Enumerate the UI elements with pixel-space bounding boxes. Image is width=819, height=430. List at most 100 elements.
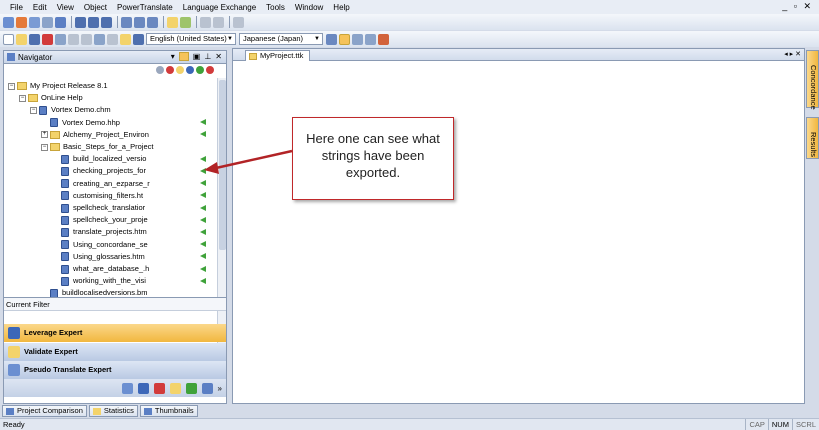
menu-window[interactable]: Window xyxy=(295,3,323,12)
refresh-icon[interactable] xyxy=(29,16,40,28)
dialog-icon[interactable] xyxy=(121,16,132,28)
tree-item[interactable]: Using_glossaries.htm xyxy=(52,251,145,263)
validate-icon[interactable] xyxy=(153,382,165,394)
window-icon[interactable] xyxy=(88,16,99,28)
tool-icon[interactable] xyxy=(201,382,213,394)
tree-item[interactable]: spellcheck_translatior xyxy=(52,202,145,214)
caps-indicator: CAP xyxy=(745,419,767,430)
dialog-icon[interactable] xyxy=(147,16,158,28)
image-icon[interactable] xyxy=(42,16,53,28)
tree-item[interactable]: − OnLine Help xyxy=(19,92,83,104)
tree-item[interactable]: Using_concordane_se xyxy=(52,239,148,251)
tree-item-label: Basic_Steps_for_a_Project xyxy=(63,142,154,151)
filter-icon[interactable]: ▾ xyxy=(171,52,175,61)
more-icon[interactable]: » xyxy=(218,384,222,393)
open-folder-icon[interactable] xyxy=(16,33,27,45)
menu-language-exchange[interactable]: Language Exchange xyxy=(183,3,256,12)
tab-thumbnails[interactable]: Thumbnails xyxy=(139,405,198,417)
target-language-select[interactable]: Japanese (Japan) ▼ xyxy=(239,33,323,45)
tool-icon[interactable] xyxy=(133,33,144,45)
menu-tools[interactable]: Tools xyxy=(266,3,285,12)
tree-item[interactable]: build_localized_versio xyxy=(52,153,146,165)
menu-file[interactable]: File xyxy=(10,3,23,12)
window-controls[interactable]: _ ▫ ✕ xyxy=(782,1,813,12)
tools-icon[interactable] xyxy=(378,33,389,45)
tree-item-label: translate_projects.htm xyxy=(73,227,147,237)
expand-toggle-icon[interactable]: − xyxy=(8,82,15,90)
highlight-icon[interactable] xyxy=(167,16,178,28)
window-icon[interactable] xyxy=(101,16,112,28)
tree-item[interactable]: checking_projects_for xyxy=(52,165,146,177)
green-icon[interactable] xyxy=(196,66,204,74)
concordance-side-tab[interactable]: Concordance xyxy=(806,50,819,110)
tree-item[interactable]: Vortex Demo.hhp xyxy=(41,117,120,129)
tool-icon[interactable] xyxy=(68,33,79,45)
tree-item[interactable]: what_are_database_.h xyxy=(52,263,149,275)
search-icon[interactable] xyxy=(55,33,66,45)
tab-project-comparison[interactable]: Project Comparison xyxy=(2,405,87,417)
tree-item[interactable]: − Basic_Steps_for_a_Project xyxy=(41,141,153,153)
menu-help[interactable]: Help xyxy=(333,3,349,12)
view-icon[interactable] xyxy=(352,33,363,45)
expand-toggle-icon[interactable]: − xyxy=(30,106,37,114)
pin-icon[interactable]: ⊥ xyxy=(204,52,211,61)
tree-item[interactable]: + Alchemy_Project_Environ xyxy=(41,129,149,141)
results-side-tab[interactable]: Results xyxy=(806,117,819,159)
separator xyxy=(117,16,118,28)
tab-statistics[interactable]: Statistics xyxy=(88,405,138,417)
tool-icon[interactable] xyxy=(185,382,197,394)
gear-icon[interactable] xyxy=(326,33,337,45)
undo-icon[interactable] xyxy=(3,16,14,28)
menu-object[interactable]: Object xyxy=(84,3,107,12)
tree-item[interactable]: working_with_the_visi xyxy=(52,275,146,287)
document-tab-bar: MyProject.ttk ◂ ▸ ✕ xyxy=(233,49,804,61)
save-icon[interactable] xyxy=(29,33,40,45)
menu-powertranslate[interactable]: PowerTranslate xyxy=(117,3,173,12)
menu-edit[interactable]: Edit xyxy=(33,3,47,12)
tree-item-label: what_are_database_.h xyxy=(73,264,150,273)
pseudo-icon[interactable] xyxy=(169,382,181,394)
scroll-thumb[interactable] xyxy=(219,80,226,250)
validate-expert-button[interactable]: Validate Expert xyxy=(4,343,226,361)
tool-icon[interactable] xyxy=(120,33,131,45)
eye-icon[interactable] xyxy=(156,66,164,74)
tree-item[interactable]: − Vortex Demo.chm xyxy=(30,104,111,116)
tool-icon[interactable] xyxy=(81,33,92,45)
close-icon[interactable]: ✕ xyxy=(215,52,222,61)
stop-icon[interactable] xyxy=(166,66,174,74)
scroll-indicator: SCRL xyxy=(791,419,819,430)
leverage-expert-button[interactable]: Leverage Expert xyxy=(4,324,226,342)
view-toggle-icon[interactable] xyxy=(339,33,350,45)
layout-icon[interactable] xyxy=(178,52,189,61)
redo-icon[interactable] xyxy=(16,16,27,28)
tree-item[interactable]: translate_projects.htm xyxy=(52,226,147,238)
leverage-icon[interactable] xyxy=(137,382,149,394)
tool-icon[interactable] xyxy=(107,33,118,45)
source-language-select[interactable]: English (United States) ▼ xyxy=(146,33,236,45)
statistics-icon[interactable] xyxy=(121,382,133,394)
menu-view[interactable]: View xyxy=(57,3,74,12)
delete-icon[interactable] xyxy=(42,33,53,45)
tab-myproject[interactable]: MyProject.ttk xyxy=(245,50,311,61)
tree-item[interactable]: creating_an_ezparse_r xyxy=(52,178,150,190)
cancel-icon[interactable] xyxy=(206,66,214,74)
marker-icon[interactable] xyxy=(180,16,191,28)
document-tab-controls[interactable]: ◂ ▸ ✕ xyxy=(784,50,801,58)
view-icon[interactable] xyxy=(365,33,376,45)
expand-toggle-icon[interactable]: − xyxy=(41,143,48,151)
new-icon[interactable] xyxy=(3,33,14,45)
navigator-panel: Navigator ▾ ▣ ⊥ ✕ − My Project Release 8.… xyxy=(3,50,227,404)
lock-icon[interactable] xyxy=(176,66,184,74)
expand-toggle-icon[interactable]: + xyxy=(41,131,48,139)
dialog-icon[interactable] xyxy=(134,16,145,28)
tree-item[interactable]: spellcheck_your_proje xyxy=(52,214,148,226)
pseudo-translate-expert-button[interactable]: Pseudo Translate Expert xyxy=(4,361,226,379)
tool-icon[interactable] xyxy=(94,33,105,45)
screenshot-icon[interactable] xyxy=(55,16,66,28)
tree-item[interactable]: customising_filters.ht xyxy=(52,190,143,202)
info-icon[interactable] xyxy=(186,66,194,74)
tree-item[interactable]: − My Project Release 8.1 xyxy=(8,80,108,92)
expand-toggle-icon[interactable]: − xyxy=(19,94,26,102)
window-icon[interactable] xyxy=(75,16,86,28)
layout-icon[interactable]: ▣ xyxy=(193,52,201,61)
